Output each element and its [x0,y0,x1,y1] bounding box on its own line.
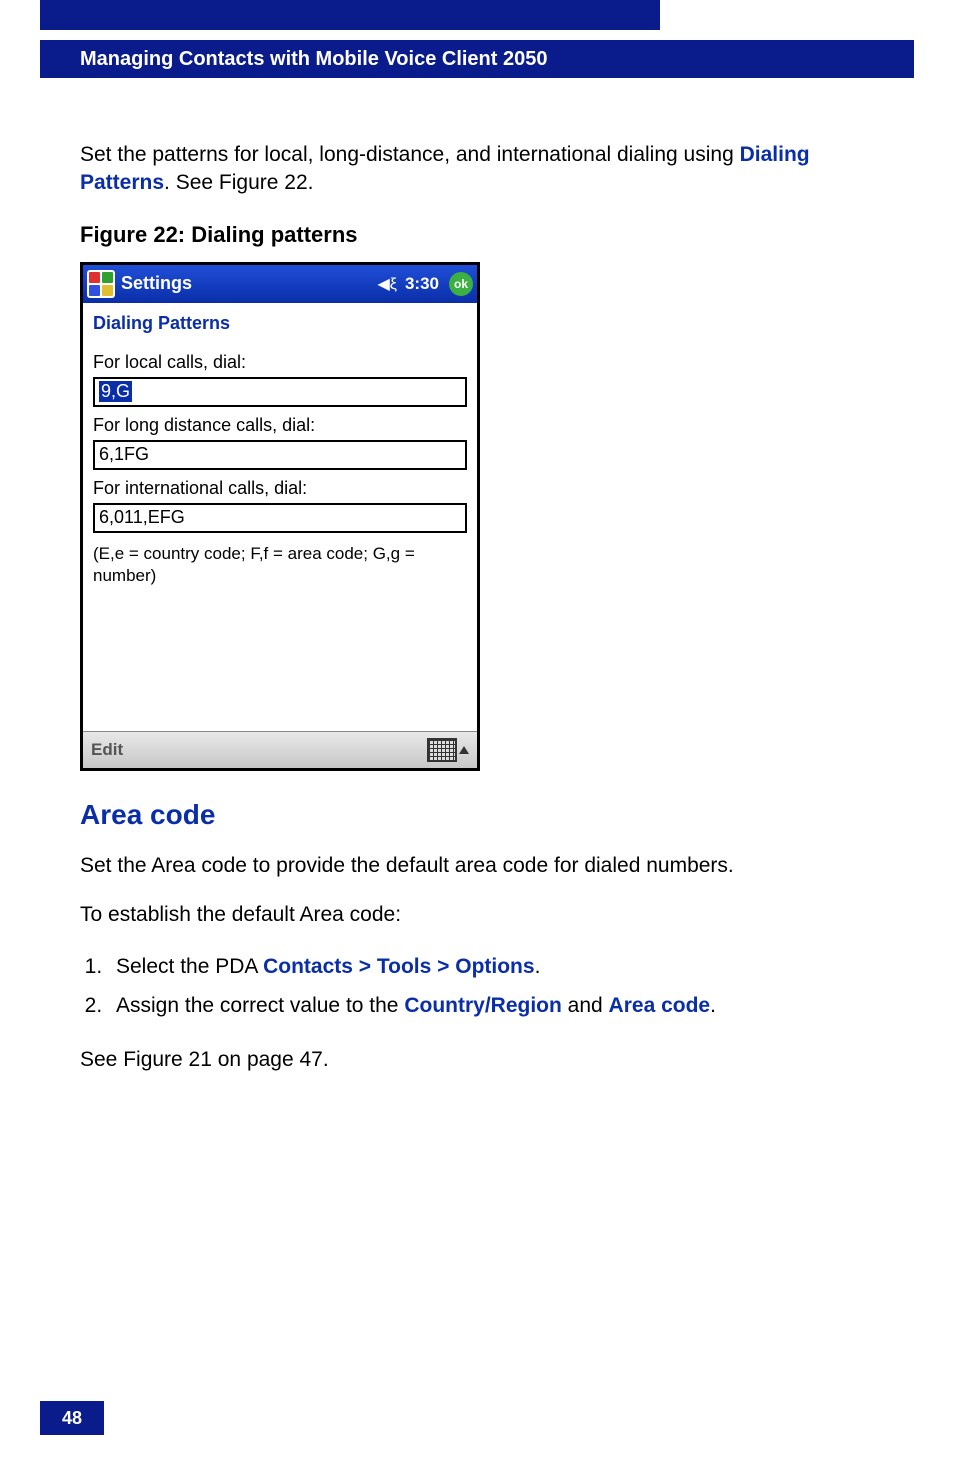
screenshot-titlebar: Settings ◀ξ 3:30 ok [83,265,477,303]
screenshot-title: Settings [121,273,372,294]
chapter-header: Managing Contacts with Mobile Voice Clie… [40,40,914,78]
page-number: 48 [40,1401,104,1435]
country-region-link[interactable]: Country/Region [404,994,562,1017]
step2-text-c: and [562,994,609,1017]
app-title: Dialing Patterns [93,313,467,334]
local-calls-label: For local calls, dial: [93,352,467,373]
intro-paragraph: Set the patterns for local, long-distanc… [80,141,874,198]
long-distance-label: For long distance calls, dial: [93,415,467,436]
step1-text-c: . [535,955,541,978]
step-1: Select the PDA Contacts > Tools > Option… [108,951,874,983]
long-distance-value: 6,1FG [99,444,149,465]
top-decoration-bar [40,0,660,30]
long-distance-input[interactable]: 6,1FG [93,440,467,470]
local-calls-input[interactable]: 9,G [93,377,467,407]
volume-icon[interactable]: ◀ξ [378,274,397,294]
steps-list: Select the PDA Contacts > Tools > Option… [80,951,874,1022]
international-value: 6,011,EFG [99,507,185,528]
keyboard-icon[interactable] [427,738,457,762]
area-code-link[interactable]: Area code [609,994,711,1017]
keyboard-arrow-icon[interactable] [459,746,469,754]
edit-menu[interactable]: Edit [91,740,123,760]
dialing-hint: (E,e = country code; F,f = area code; G,… [93,543,467,587]
clock-text: 3:30 [405,274,439,294]
step1-text-a: Select the PDA [116,955,263,978]
international-label: For international calls, dial: [93,478,467,499]
chapter-title: Managing Contacts with Mobile Voice Clie… [80,48,547,70]
see-reference: See Figure 21 on page 47. [80,1046,874,1074]
step-2: Assign the correct value to the Country/… [108,990,874,1022]
contacts-tools-options-link[interactable]: Contacts > Tools > Options [263,955,534,978]
settings-screenshot: Settings ◀ξ 3:30 ok Dialing Patterns For… [80,262,480,771]
area-code-heading: Area code [80,799,874,831]
area-code-para2: To establish the default Area code: [80,901,874,929]
figure-caption: Figure 22: Dialing patterns [80,222,874,248]
step2-text-e: . [710,994,716,1017]
intro-text-before: Set the patterns for local, long-distanc… [80,143,740,166]
area-code-para1: Set the Area code to provide the default… [80,852,874,880]
international-input[interactable]: 6,011,EFG [93,503,467,533]
screenshot-menubar: Edit [83,731,477,768]
local-calls-value: 9,G [99,381,132,402]
start-icon[interactable] [87,270,115,298]
intro-text-after: . See Figure 22. [164,171,313,194]
ok-button[interactable]: ok [449,272,473,296]
step2-text-a: Assign the correct value to the [116,994,404,1017]
